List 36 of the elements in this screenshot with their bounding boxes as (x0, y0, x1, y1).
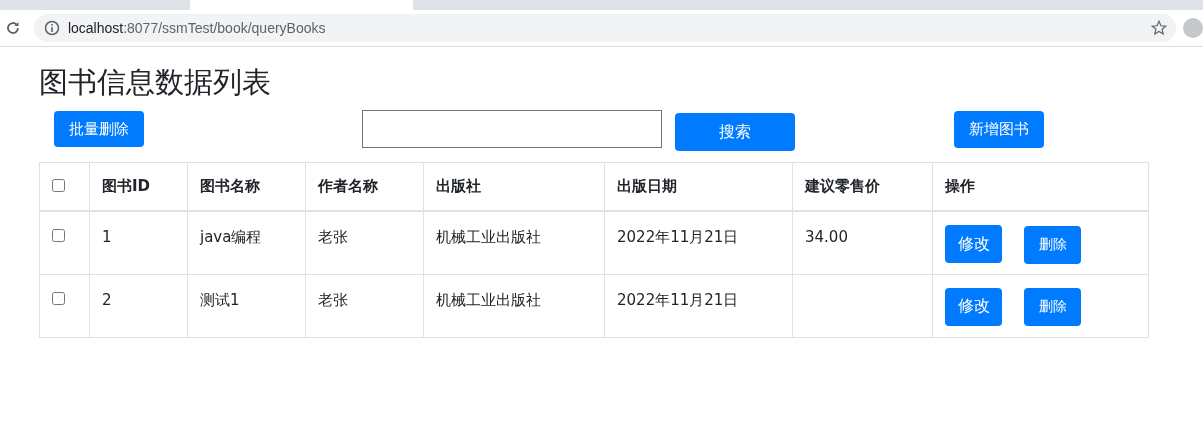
batch-delete-button[interactable]: 批量删除 (54, 111, 144, 147)
row-checkbox[interactable] (52, 229, 65, 242)
url-path: :8077/ssmTest/book/queryBooks (123, 20, 326, 36)
table-cell: java编程 (200, 228, 262, 246)
column-header: 图书ID (102, 177, 151, 195)
column-header: 出版日期 (617, 177, 677, 195)
column-header: 作者名称 (318, 177, 378, 195)
url-host: localhost (67, 20, 124, 36)
column-header: 操作 (945, 177, 975, 195)
table-cell: 1 (102, 228, 112, 246)
row-checkbox[interactable] (52, 291, 65, 305)
column-header: 建议零售价 (805, 177, 880, 195)
table-cell: 34.00 (805, 228, 848, 246)
column-header: 图书名称 (200, 177, 260, 195)
address-bar[interactable]: localhost:8077/ssmTest/book/queryBooks (33, 14, 1176, 42)
star-icon[interactable] (1150, 19, 1168, 37)
info-icon[interactable] (43, 20, 60, 36)
page-title: 图书信息数据列表 (39, 64, 272, 100)
table-cell: 老张 (318, 228, 348, 246)
edit-button[interactable]: 修改 (945, 225, 1002, 263)
search-field[interactable] (362, 110, 662, 148)
edit-button[interactable]: 修改 (945, 287, 1002, 326)
select-all-checkbox[interactable] (52, 178, 65, 192)
search-button[interactable]: 搜索 (675, 113, 795, 151)
delete-button[interactable]: 删除 (1024, 288, 1081, 326)
reload-icon[interactable] (5, 20, 21, 36)
table-cell: 机械工业出版社 (436, 290, 541, 309)
delete-button[interactable]: 删除 (1024, 225, 1081, 264)
table-cell: 机械工业出版社 (436, 228, 541, 246)
table-cell: 2 (102, 290, 112, 309)
table-cell: 2022年11月21日 (617, 228, 739, 246)
table-cell: 老张 (318, 290, 348, 309)
column-header: 出版社 (436, 177, 481, 195)
add-book-button[interactable]: 新增图书 (954, 111, 1044, 148)
table-cell: 2022年11月21日 (617, 290, 739, 309)
table-cell: 测试1 (200, 290, 240, 309)
